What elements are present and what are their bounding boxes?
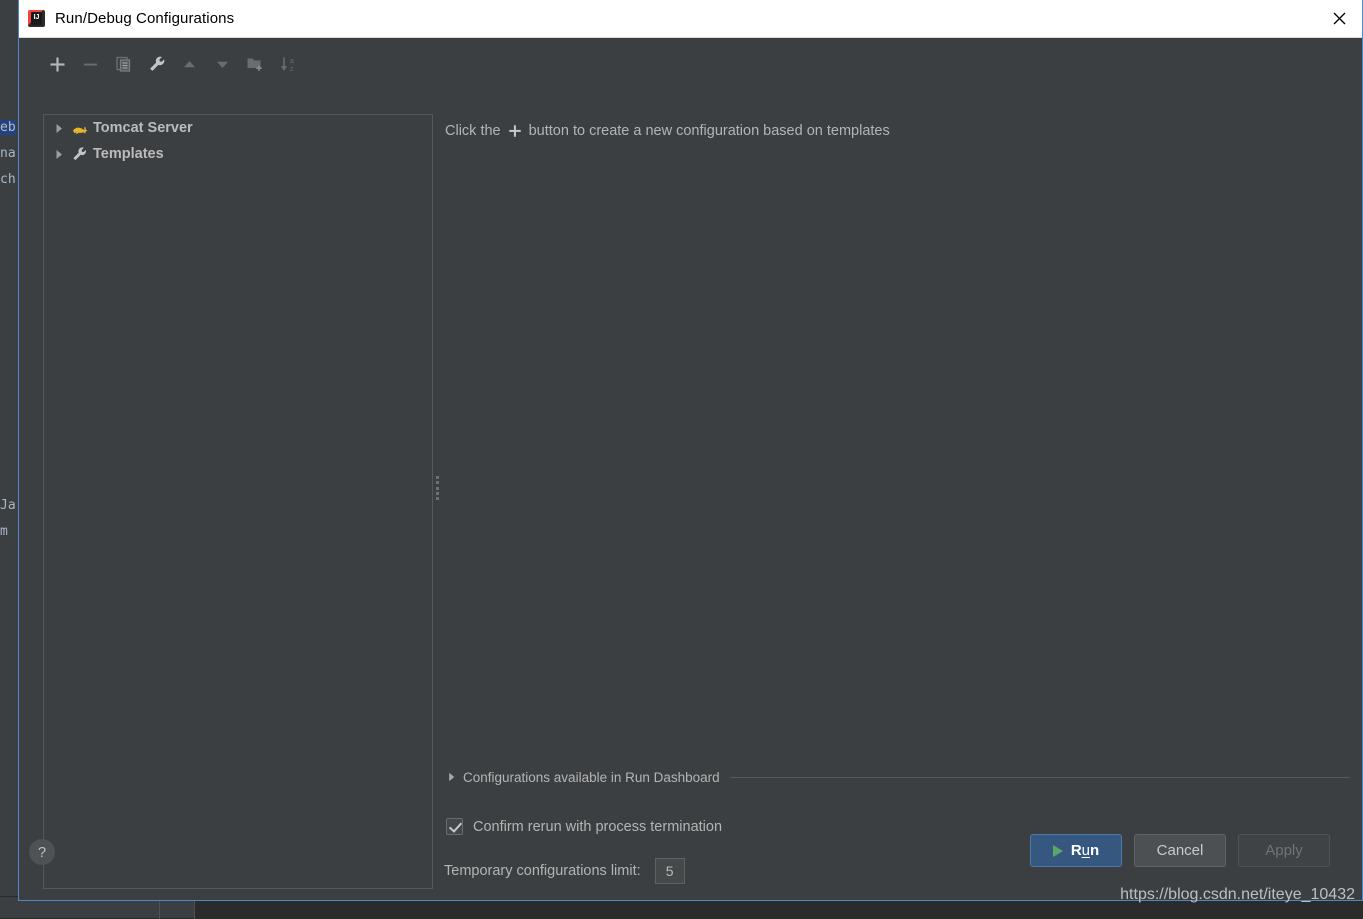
svg-text:z: z <box>290 66 294 73</box>
copy-configuration-button[interactable] <box>107 50 140 78</box>
tomcat-cat-icon <box>68 121 90 136</box>
run-button[interactable]: Run <box>1030 834 1122 867</box>
move-up-button[interactable] <box>173 50 206 78</box>
ide-text-fragment: ch <box>0 172 16 187</box>
empty-state-hint: Click the button to create a new configu… <box>445 123 890 139</box>
cancel-button-label: Cancel <box>1157 842 1204 859</box>
dialog-title-bar: Run/Debug Configurations <box>19 0 1362 38</box>
tree-node-templates[interactable]: Templates <box>44 141 432 167</box>
tree-node-tomcat-server[interactable]: Tomcat Server <box>44 115 432 141</box>
confirm-rerun-label: Confirm rerun with process termination <box>473 819 722 835</box>
move-down-button[interactable] <box>206 50 239 78</box>
close-icon[interactable] <box>1316 0 1362 37</box>
ide-text-fragment: na <box>0 146 16 161</box>
apply-button[interactable]: Apply <box>1238 834 1330 867</box>
chevron-right-icon[interactable] <box>50 123 68 134</box>
ide-text-fragment: Ja <box>0 498 16 513</box>
configurations-tree[interactable]: Tomcat Server Templates <box>43 114 433 889</box>
remove-configuration-button[interactable] <box>74 50 107 78</box>
ide-left-panel-strip <box>0 0 18 918</box>
section-label: Configurations available in Run Dashboar… <box>463 770 720 785</box>
dialog-title: Run/Debug Configurations <box>55 10 234 27</box>
chevron-right-icon[interactable] <box>445 772 459 782</box>
dialog-button-bar: Run Cancel Apply <box>1030 834 1330 867</box>
hint-text-before: Click the <box>445 123 501 139</box>
tree-node-label: Templates <box>93 146 164 162</box>
run-debug-configurations-dialog: Run/Debug Configurations <box>18 0 1363 901</box>
confirm-rerun-checkbox-row[interactable]: Confirm rerun with process termination <box>446 818 722 835</box>
run-button-accesskey: u <box>1082 842 1090 859</box>
edit-templates-button[interactable] <box>140 50 173 78</box>
help-icon[interactable]: ? <box>29 839 55 865</box>
add-configuration-button[interactable] <box>41 50 74 78</box>
apply-button-label: Apply <box>1265 842 1303 859</box>
dialog-body: a z Tomcat <box>19 38 1362 900</box>
watermark-text: https://blog.csdn.net/iteye_10432 <box>1120 886 1355 904</box>
svg-text:a: a <box>290 58 294 65</box>
confirm-rerun-checkbox[interactable] <box>446 818 463 835</box>
hint-text-after: button to create a new configuration bas… <box>529 123 890 139</box>
tree-node-label: Tomcat Server <box>93 120 193 136</box>
run-play-icon <box>1053 845 1063 857</box>
plus-icon <box>508 124 522 138</box>
panel-splitter-handle[interactable] <box>434 476 440 500</box>
intellij-idea-icon <box>28 10 45 27</box>
wrench-icon <box>68 146 90 162</box>
run-dashboard-section-header[interactable]: Configurations available in Run Dashboar… <box>445 767 1350 787</box>
ide-text-fragment: m <box>0 524 16 539</box>
chevron-right-icon[interactable] <box>50 149 68 160</box>
ide-text-fragment: eb <box>0 120 16 135</box>
cancel-button[interactable]: Cancel <box>1134 834 1226 867</box>
configurations-toolbar: a z <box>41 48 421 80</box>
create-folder-button[interactable] <box>239 50 272 78</box>
run-button-label: Run <box>1071 842 1099 859</box>
sort-configurations-button[interactable]: a z <box>272 50 305 78</box>
section-divider <box>730 777 1350 778</box>
